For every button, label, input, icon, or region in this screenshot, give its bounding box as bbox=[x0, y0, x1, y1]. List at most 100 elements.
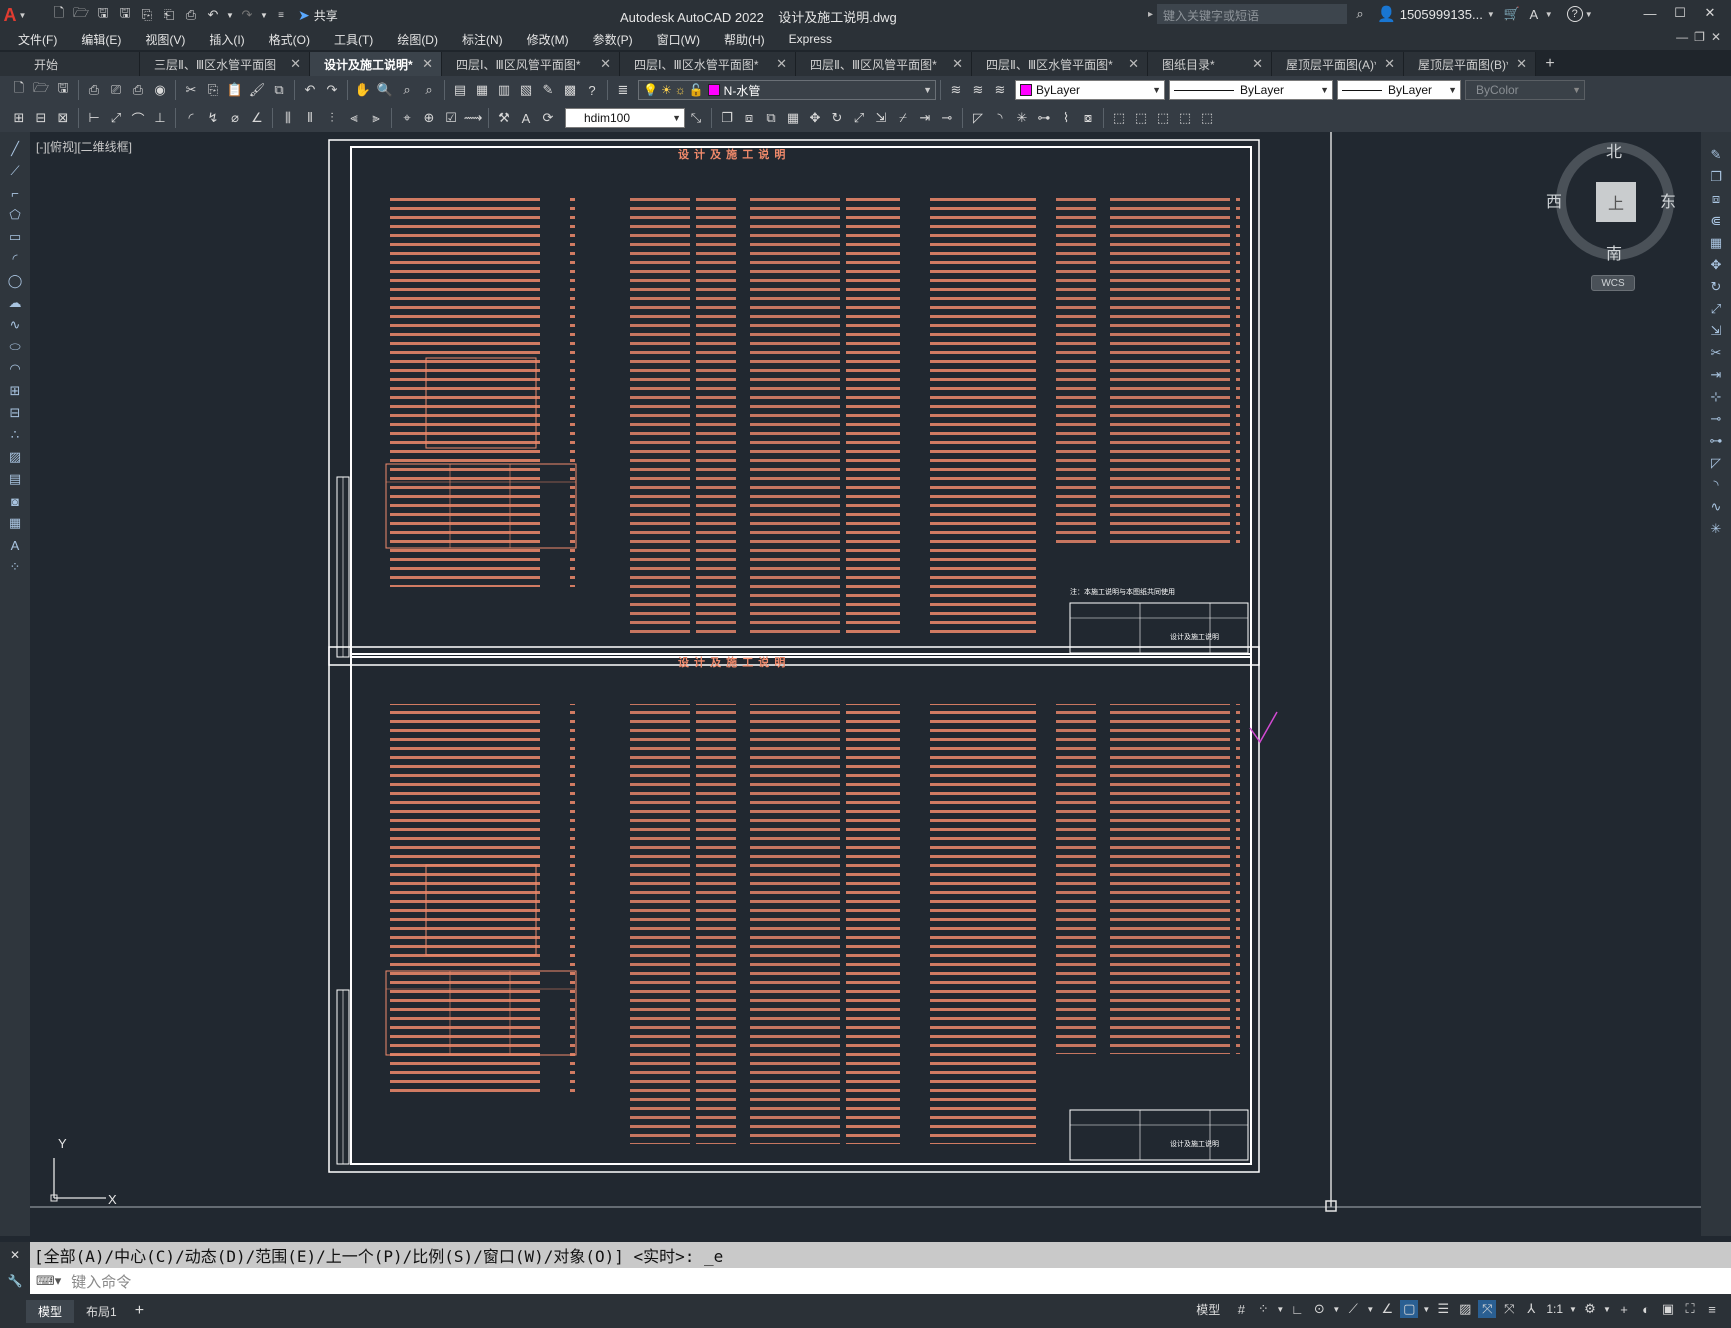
command-input[interactable]: 键入命令 bbox=[71, 1271, 131, 1292]
drawing-canvas[interactable]: [-][俯视][二维线框] 设 计 及 施 工 说 明 注：本施工说明与本图纸共… bbox=[30, 132, 1701, 1236]
rotate-icon[interactable]: ↻ bbox=[828, 109, 846, 127]
close-icon[interactable]: ✕ bbox=[952, 56, 963, 72]
line-icon[interactable]: ╱ bbox=[6, 140, 24, 158]
zoom-window-icon[interactable]: ⌕ bbox=[398, 81, 416, 99]
selection-cycling-icon[interactable]: ⤧ bbox=[1478, 1300, 1497, 1318]
copy-icon[interactable]: ⎘ bbox=[204, 81, 222, 99]
close-icon[interactable]: ✕ bbox=[1697, 4, 1723, 22]
close-icon[interactable]: ✕ bbox=[1384, 56, 1395, 72]
mirror-icon[interactable]: ⧈ bbox=[1707, 190, 1725, 208]
tab-file-active[interactable]: 设计及施工说明* ✕ bbox=[310, 52, 442, 76]
menu-draw[interactable]: 绘图(D) bbox=[385, 31, 450, 48]
region-icon[interactable]: ◙ bbox=[6, 492, 24, 510]
annotation-visibility-icon[interactable]: ⤧ bbox=[1500, 1300, 1518, 1318]
inspection-icon[interactable]: ☑ bbox=[442, 109, 460, 127]
color-dropdown[interactable]: ByLayer ▼ bbox=[1015, 80, 1165, 100]
group-edit-icon[interactable]: ⬚ bbox=[1154, 109, 1172, 127]
draw-order-icon[interactable]: ⧇ bbox=[1079, 109, 1097, 127]
tab-file[interactable]: 图纸目录* ✕ bbox=[1148, 52, 1272, 76]
erase-icon[interactable]: ✎ bbox=[1707, 146, 1725, 164]
hardware-acceleration-icon[interactable]: ▣ bbox=[1659, 1300, 1677, 1318]
linear-dimension-icon[interactable]: ⊢ bbox=[85, 109, 103, 127]
selection-cycling-icon[interactable]: ⬚ bbox=[1198, 109, 1216, 127]
layer-previous-icon[interactable]: ≋ bbox=[969, 81, 987, 99]
chevron-right-icon[interactable]: ▸ bbox=[1148, 9, 1153, 20]
close-icon[interactable]: ✕ bbox=[1252, 56, 1263, 72]
chevron-down-icon[interactable]: ▼ bbox=[226, 6, 234, 24]
explode-icon[interactable]: ✳ bbox=[1707, 520, 1725, 538]
extend-icon[interactable]: ⇥ bbox=[916, 109, 934, 127]
make-block-icon[interactable]: ⊟ bbox=[32, 109, 50, 127]
layer-lock-icon[interactable]: 🔓 bbox=[689, 83, 704, 97]
menu-format[interactable]: 格式(O) bbox=[257, 31, 322, 48]
close-icon[interactable]: ✕ bbox=[1516, 56, 1527, 72]
tab-file[interactable]: 四层Ⅱ、Ⅲ区水管平面图* ✕ bbox=[972, 52, 1148, 76]
continue-dimension-icon[interactable]: ⫶ bbox=[323, 109, 341, 127]
plot-icon[interactable]: ⎙ bbox=[182, 6, 200, 24]
multiline-text-icon[interactable]: A bbox=[6, 536, 24, 554]
break-icon[interactable]: ⊸ bbox=[938, 109, 956, 127]
search-icon[interactable]: ⌕ bbox=[1351, 5, 1369, 23]
close-icon[interactable]: ✕ bbox=[1128, 56, 1139, 72]
annotation-scale[interactable]: 1:1 bbox=[1546, 1302, 1563, 1316]
minimize-icon[interactable]: — bbox=[1637, 4, 1663, 22]
open-file-icon[interactable]: 🗁 bbox=[72, 5, 90, 24]
fillet-icon[interactable]: ◝ bbox=[991, 109, 1009, 127]
transparency-icon[interactable]: ▨ bbox=[1456, 1300, 1474, 1318]
group-icon[interactable]: ⬚ bbox=[1110, 109, 1128, 127]
user-name[interactable]: 1505999135... bbox=[1400, 7, 1483, 22]
center-mark-icon[interactable]: ⊕ bbox=[420, 109, 438, 127]
ellipse-icon[interactable]: ⬭ bbox=[6, 338, 24, 356]
help-icon[interactable]: ? bbox=[583, 81, 601, 99]
polar-tracking-icon[interactable]: ⊙ bbox=[1310, 1300, 1328, 1318]
insert-block-icon[interactable]: ⊞ bbox=[6, 382, 24, 400]
lineweight-dropdown[interactable]: ByLayer ▼ bbox=[1337, 80, 1461, 100]
plot-icon[interactable]: ⎙ bbox=[85, 81, 103, 99]
save-as-icon[interactable]: 🖫 bbox=[116, 5, 134, 24]
layer-dropdown[interactable]: 💡 ☀ ☼ 🔓 N-水管 ▼ bbox=[638, 80, 936, 100]
construction-line-icon[interactable]: ⟋ bbox=[6, 162, 24, 180]
group-select-icon[interactable]: ⬚ bbox=[1176, 109, 1194, 127]
chevron-down-icon[interactable]: ▼ bbox=[1332, 1300, 1340, 1318]
save-icon[interactable]: 🖫 bbox=[94, 5, 112, 24]
maximize-icon[interactable]: ☐ bbox=[1667, 4, 1693, 22]
app-menu-button[interactable]: A ▼ bbox=[0, 1, 30, 29]
viewcube-north[interactable]: 北 bbox=[1606, 138, 1622, 162]
rectangle-icon[interactable]: ▭ bbox=[6, 228, 24, 246]
layer-properties-icon[interactable]: ≣ bbox=[614, 81, 632, 99]
layer-state-icon[interactable]: ≋ bbox=[991, 81, 1009, 99]
chevron-down-icon[interactable]: ▼ bbox=[1276, 1300, 1284, 1318]
user-icon[interactable]: 👤 bbox=[1377, 5, 1396, 23]
point-icon[interactable]: ∴ bbox=[6, 426, 24, 444]
menu-edit[interactable]: 编辑(E) bbox=[69, 31, 133, 48]
mirror-icon[interactable]: ⧈ bbox=[740, 109, 758, 127]
undo-icon[interactable]: ↶ bbox=[301, 81, 319, 99]
paste-icon[interactable]: 📋 bbox=[226, 81, 244, 99]
blend-curves-icon[interactable]: ∿ bbox=[1707, 498, 1725, 516]
menu-parametric[interactable]: 参数(P) bbox=[581, 31, 645, 48]
layer-freeze-icon[interactable]: ☀ bbox=[661, 83, 672, 97]
gradient-icon[interactable]: ▤ bbox=[6, 470, 24, 488]
command-bar-grip[interactable]: ✕ bbox=[0, 1242, 30, 1268]
array-icon[interactable]: ▦ bbox=[1707, 234, 1725, 252]
menu-modify[interactable]: 修改(M) bbox=[515, 31, 581, 48]
tolerance-icon[interactable]: ⌖ bbox=[398, 109, 416, 127]
chevron-down-icon[interactable]: ▼ bbox=[1422, 1300, 1430, 1318]
3d-print-icon[interactable]: ◉ bbox=[151, 81, 169, 99]
trim-icon[interactable]: ✂ bbox=[1707, 344, 1725, 362]
quick-dimension-icon[interactable]: ⫼ bbox=[279, 109, 297, 127]
break-at-point-icon[interactable]: ⊹ bbox=[1707, 388, 1725, 406]
polyline-icon[interactable]: ⌐ bbox=[6, 184, 24, 202]
table-icon[interactable]: ▦ bbox=[6, 514, 24, 532]
redo-icon[interactable]: ↷ bbox=[238, 6, 256, 24]
menu-tools[interactable]: 工具(T) bbox=[322, 31, 385, 48]
new-file-icon[interactable]: 🗋 bbox=[50, 5, 68, 24]
copy-object-icon[interactable]: ❐ bbox=[718, 109, 736, 127]
doc-restore-icon[interactable]: ❐ bbox=[1694, 30, 1705, 44]
fillet-icon[interactable]: ◝ bbox=[1707, 476, 1725, 494]
chevron-down-icon[interactable]: ▼ bbox=[1603, 1300, 1611, 1318]
auto-scale-icon[interactable]: ⅄ bbox=[1522, 1300, 1540, 1318]
join-icon[interactable]: ⊶ bbox=[1035, 109, 1053, 127]
dimension-update-icon[interactable]: ⟳ bbox=[539, 109, 557, 127]
offset-icon[interactable]: ⧉ bbox=[762, 109, 780, 127]
